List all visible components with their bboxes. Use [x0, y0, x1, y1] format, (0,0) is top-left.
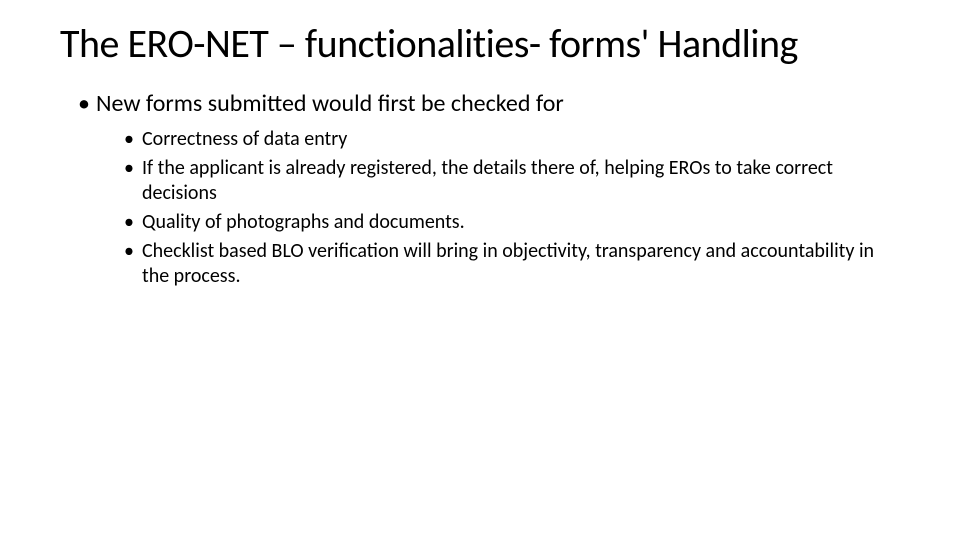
list-item-text: New forms submitted would first be check… [96, 89, 564, 118]
list-item-text: Quality of photographs and documents. [142, 210, 465, 234]
list-item: If the applicant is already registered, … [124, 156, 900, 206]
list-item: Correctness of data entry [124, 127, 900, 152]
slide-title: The ERO-NET – functionalities- forms' Ha… [60, 22, 900, 66]
list-item-text: If the applicant is already registered, … [142, 156, 833, 205]
list-item-text: Checklist based BLO verification will br… [142, 239, 874, 288]
list-item-text: Correctness of data entry [142, 127, 347, 151]
list-item: Quality of photographs and documents. [124, 210, 900, 235]
list-item: Checklist based BLO verification will br… [124, 239, 900, 289]
list-item: New forms submitted would first be check… [78, 88, 900, 289]
bullet-list-level2: Correctness of data entry If the applica… [96, 127, 900, 289]
bullet-list-level1: New forms submitted would first be check… [60, 88, 900, 289]
slide: The ERO-NET – functionalities- forms' Ha… [0, 0, 960, 540]
